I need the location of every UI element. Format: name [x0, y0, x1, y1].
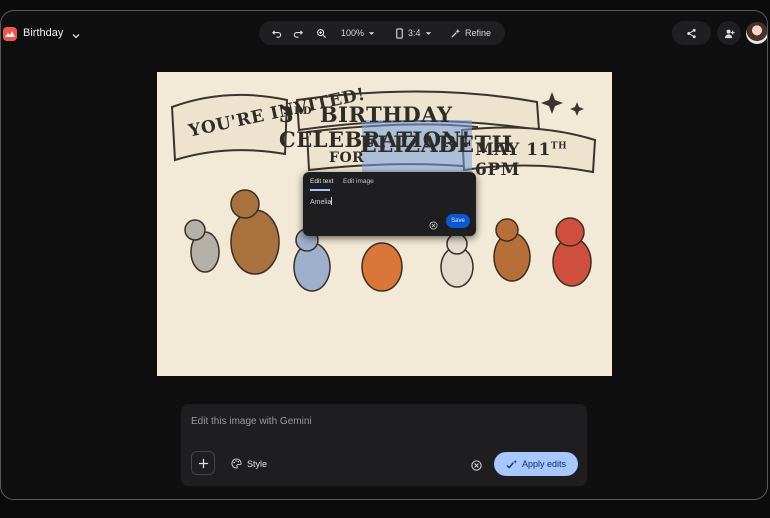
undo-icon: [272, 29, 282, 38]
gemini-edit-composer: Edit this image with Gemini Style Apply …: [181, 404, 587, 486]
text-cursor: [331, 197, 333, 205]
add-attachment-button[interactable]: [191, 451, 215, 475]
plus-icon: [198, 458, 208, 468]
for-word: FOR: [329, 150, 365, 166]
caret-down-icon: [425, 31, 431, 35]
clear-icon: [429, 221, 438, 230]
add-collaborator-button[interactable]: [717, 21, 741, 45]
aspect-ratio-value: 3:4: [408, 28, 421, 38]
style-label: Style: [247, 458, 268, 469]
avatar[interactable]: [746, 22, 767, 44]
zoom-button[interactable]: [316, 21, 327, 45]
app-logo-icon: [3, 27, 17, 41]
clear-icon: [471, 460, 482, 471]
replacement-text-input[interactable]: Amelia: [310, 197, 333, 206]
refine-button[interactable]: Refine: [450, 21, 491, 45]
app-window: Birthday 100% 3:4 Refine YOU'RE INVITED!…: [0, 10, 768, 500]
undo-button[interactable]: [271, 21, 282, 45]
zoom-level-value: 100%: [341, 28, 365, 38]
style-button[interactable]: Style: [231, 458, 267, 469]
edit-prompt-input[interactable]: Edit this image with Gemini: [191, 416, 312, 427]
caret-down-icon: [368, 31, 375, 35]
aspect-icon: [396, 27, 403, 39]
date-suffix: TH: [550, 141, 568, 152]
apply-edits-button[interactable]: Apply edits: [494, 452, 578, 476]
share-button[interactable]: [672, 21, 711, 45]
aspect-ratio-dropdown[interactable]: 3:4: [395, 21, 432, 45]
share-icon: [687, 28, 696, 38]
save-button[interactable]: Save: [446, 214, 470, 228]
headline-ordinal: 3: [279, 102, 295, 127]
chevron-down-icon[interactable]: [71, 28, 81, 39]
tab-edit-text[interactable]: Edit text: [310, 178, 333, 185]
active-tab-indicator: [310, 189, 330, 191]
headline-ordinal-suffix: RD: [294, 106, 313, 117]
tab-edit-image[interactable]: Edit image: [343, 178, 374, 185]
date-prefix: MAY 11: [475, 140, 551, 160]
add-person-icon: [724, 29, 735, 38]
refine-label: Refine: [465, 28, 492, 38]
clear-input-button[interactable]: [429, 217, 438, 230]
apply-edits-label: Apply edits: [521, 459, 567, 469]
redo-icon: [293, 29, 303, 38]
clear-prompt-button[interactable]: [471, 458, 482, 471]
replacement-text-value: Amelia: [310, 199, 332, 206]
palette-icon: [231, 458, 242, 469]
edit-popover: Edit text Edit image Amelia Save: [303, 172, 476, 236]
date-time: MAY 11TH 6PM: [475, 140, 612, 180]
document-title[interactable]: Birthday: [23, 27, 63, 39]
zoom-icon: [317, 28, 327, 38]
editor-toolbar: 100% 3:4 Refine: [259, 21, 505, 45]
redo-button[interactable]: [293, 21, 304, 45]
check-sparkle-icon: [506, 459, 517, 469]
zoom-level-dropdown[interactable]: 100%: [341, 21, 375, 45]
sparkle-wand-icon: [451, 28, 461, 38]
event-time: 6PM: [475, 160, 520, 180]
